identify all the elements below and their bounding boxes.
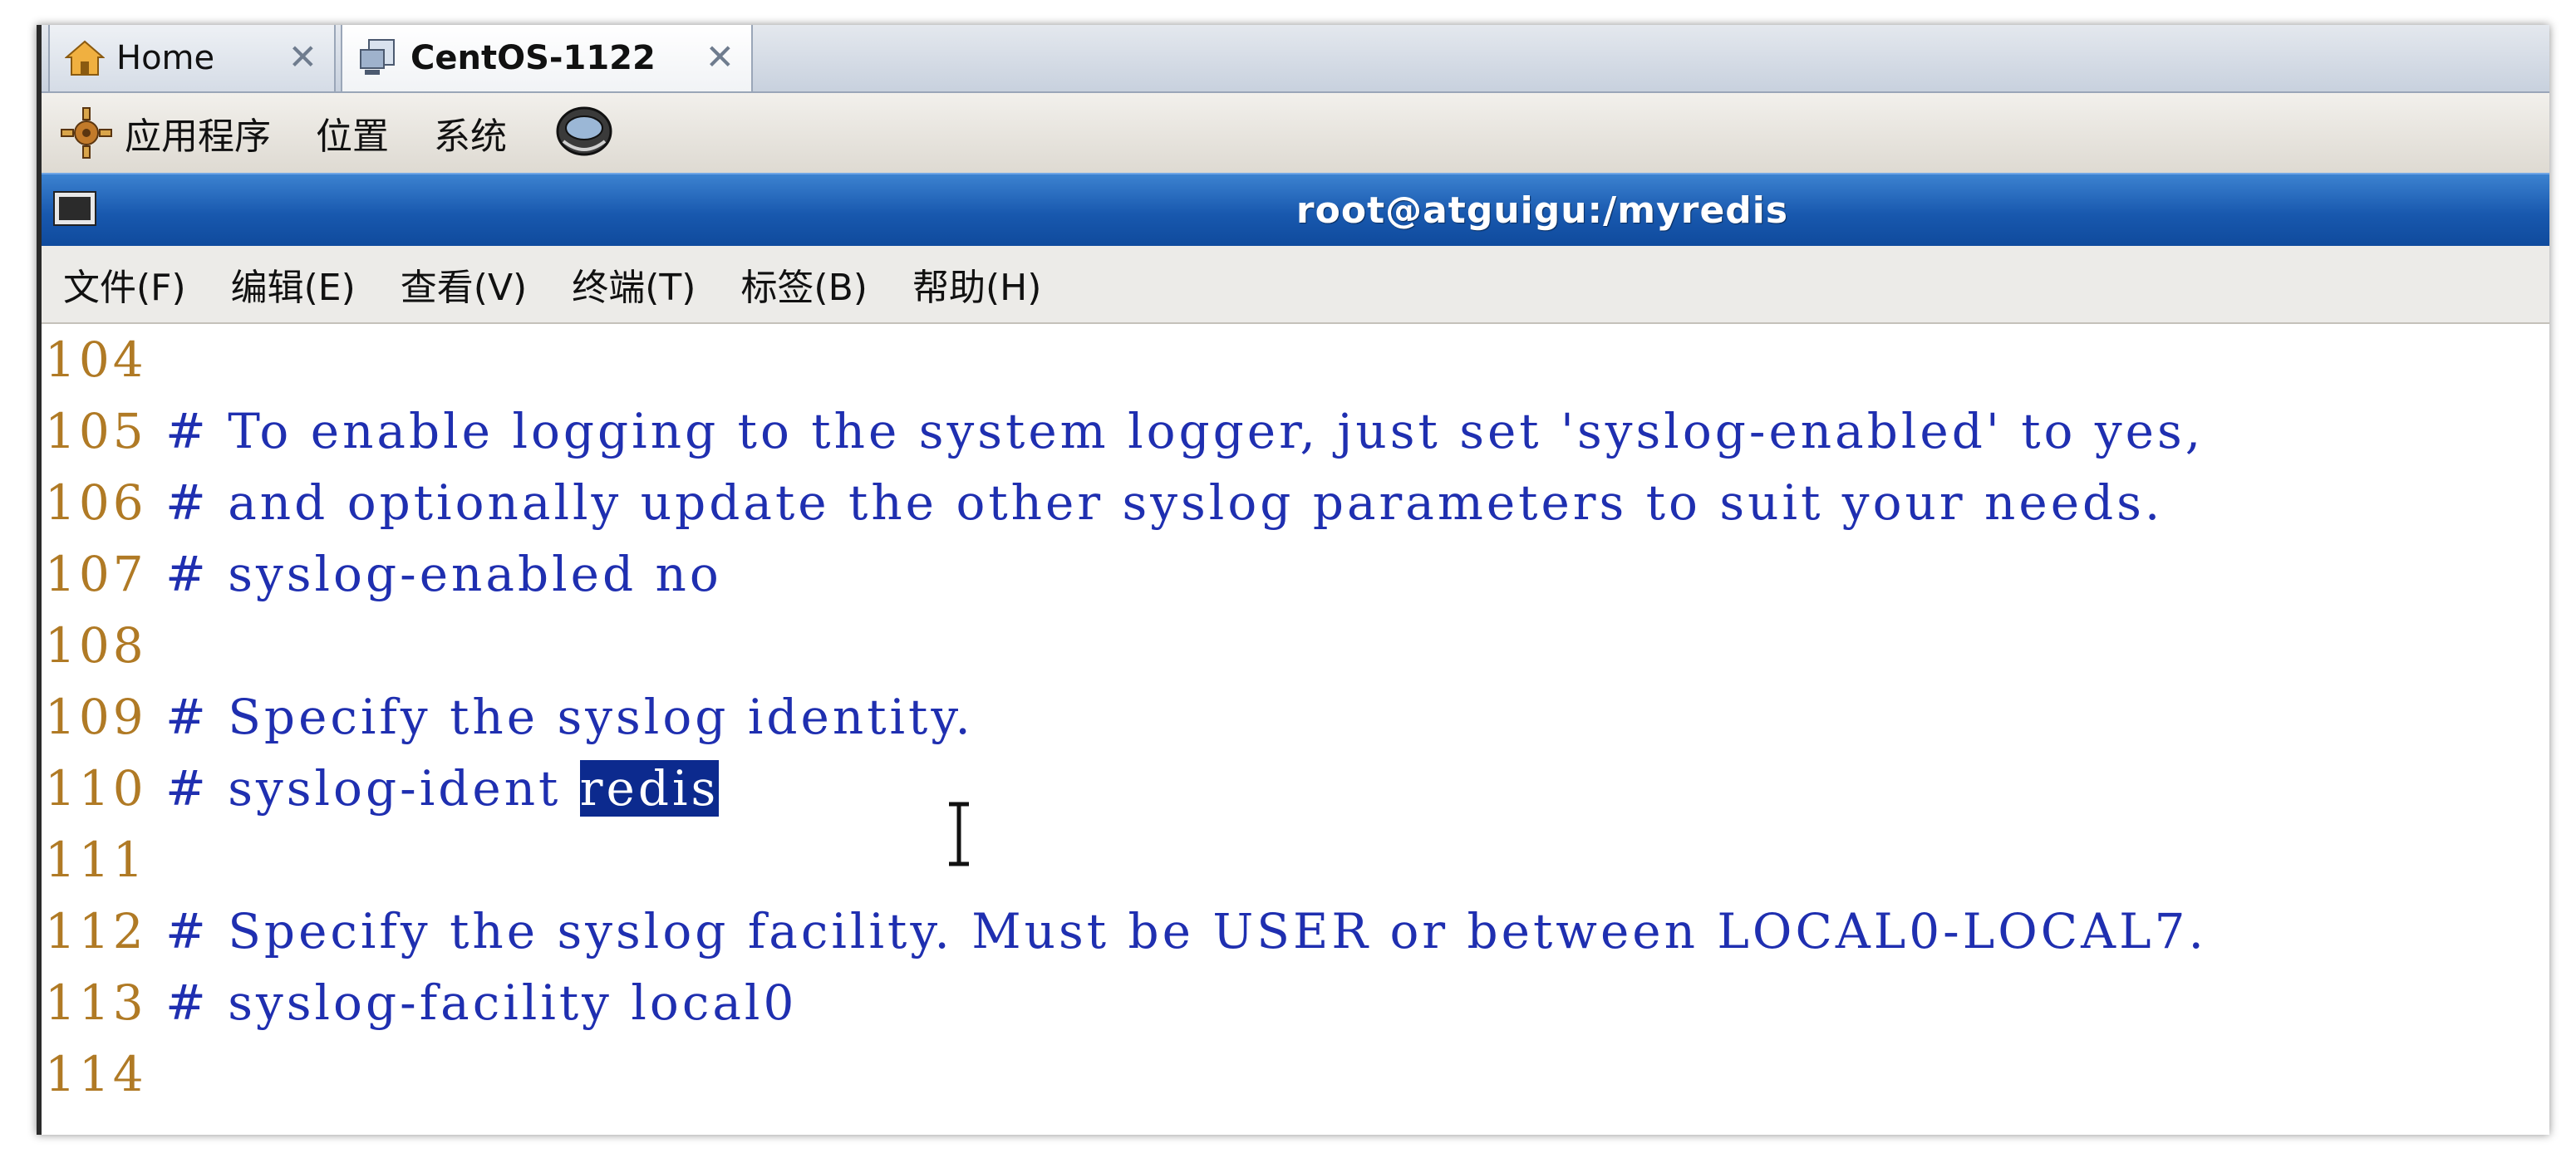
comment-marker: # bbox=[165, 974, 209, 1031]
gnome-panel: 应用程序 位置 系统 bbox=[37, 93, 2549, 174]
comment-marker: # bbox=[165, 689, 209, 745]
panel-system-menu[interactable]: 系统 bbox=[434, 106, 507, 159]
panel-places-menu[interactable]: 位置 bbox=[316, 106, 389, 159]
vm-console-window: Home ✕ CentOS-1122 ✕ 应用程序 位置 系统 root@atg… bbox=[37, 25, 2549, 1135]
comment-marker: # bbox=[165, 403, 209, 459]
close-icon[interactable]: ✕ bbox=[288, 37, 317, 77]
home-icon bbox=[65, 40, 105, 76]
terminal-title-bar[interactable]: root@atguigu:/myredis bbox=[37, 173, 2549, 248]
line-number: 109 bbox=[45, 689, 147, 745]
network-icon[interactable] bbox=[552, 103, 617, 163]
tab-home-label: Home bbox=[116, 39, 215, 77]
vm-icon bbox=[360, 39, 395, 75]
comment-marker: # bbox=[165, 474, 209, 531]
comment-marker: # bbox=[165, 546, 209, 602]
menu-file[interactable]: 文件(F) bbox=[63, 258, 186, 311]
comment-marker: # bbox=[165, 903, 209, 959]
line-number: 111 bbox=[45, 832, 147, 888]
line-number: 105 bbox=[45, 403, 147, 459]
terminal-line: 105 # To enable logging to the system lo… bbox=[45, 395, 2204, 467]
line-number: 114 bbox=[45, 1046, 147, 1102]
terminal-menu-bar: 文件(F) 编辑(E) 查看(V) 终端(T) 标签(B) 帮助(H) bbox=[37, 246, 2549, 324]
menu-tabs[interactable]: 标签(B) bbox=[740, 258, 868, 311]
tab-centos[interactable]: CentOS-1122 ✕ bbox=[341, 25, 753, 91]
text-cursor-icon bbox=[949, 802, 969, 866]
panel-applications-menu[interactable]: 应用程序 bbox=[125, 106, 271, 159]
terminal-line: 112 # Specify the syslog facility. Must … bbox=[45, 896, 2207, 967]
terminal-line: 108 bbox=[45, 610, 147, 681]
terminal-output[interactable]: 104 105 # To enable logging to the syste… bbox=[45, 324, 2538, 1135]
tab-centos-label: CentOS-1122 bbox=[410, 39, 656, 77]
menu-view[interactable]: 查看(V) bbox=[401, 258, 527, 311]
terminal-line: 107 # syslog-enabled no bbox=[45, 538, 722, 610]
selected-text[interactable]: redis bbox=[579, 760, 720, 817]
applications-icon[interactable] bbox=[60, 106, 113, 159]
line-number: 104 bbox=[45, 331, 147, 388]
window-edge bbox=[37, 25, 42, 1135]
line-number: 108 bbox=[45, 617, 147, 674]
menu-help[interactable]: 帮助(H) bbox=[912, 258, 1041, 311]
line-number: 113 bbox=[45, 974, 147, 1031]
terminal-line: 104 bbox=[45, 324, 147, 395]
comment-marker: # bbox=[165, 760, 209, 817]
line-number: 112 bbox=[45, 903, 147, 959]
terminal-line: 110 # syslog-ident redis bbox=[45, 753, 720, 824]
comment-text: Specify the syslog identity. bbox=[228, 689, 974, 745]
terminal-line: 111 bbox=[45, 824, 147, 896]
window-title: root@atguigu:/myredis bbox=[1295, 189, 1789, 232]
terminal-line: 113 # syslog-facility local0 bbox=[45, 967, 797, 1038]
menu-terminal[interactable]: 终端(T) bbox=[572, 258, 696, 311]
menu-edit[interactable]: 编辑(E) bbox=[231, 258, 356, 311]
comment-text: syslog-ident bbox=[228, 760, 580, 817]
comment-text: Specify the syslog facility. Must be USE… bbox=[228, 903, 2207, 959]
comment-text: syslog-enabled no bbox=[228, 546, 722, 602]
tab-home[interactable]: Home ✕ bbox=[48, 25, 336, 91]
terminal-line: 109 # Specify the syslog identity. bbox=[45, 681, 974, 753]
comment-text: To enable logging to the system logger, … bbox=[228, 403, 2205, 459]
terminal-line: 114 bbox=[45, 1038, 147, 1110]
comment-text: syslog-facility local0 bbox=[228, 974, 798, 1031]
line-number: 107 bbox=[45, 546, 147, 602]
comment-text: and optionally update the other syslog p… bbox=[228, 474, 2164, 531]
terminal-line: 106 # and optionally update the other sy… bbox=[45, 467, 2163, 538]
close-icon[interactable]: ✕ bbox=[705, 37, 735, 77]
vm-tab-bar: Home ✕ CentOS-1122 ✕ bbox=[37, 25, 2549, 93]
line-number: 110 bbox=[45, 760, 147, 817]
line-number: 106 bbox=[45, 474, 147, 531]
